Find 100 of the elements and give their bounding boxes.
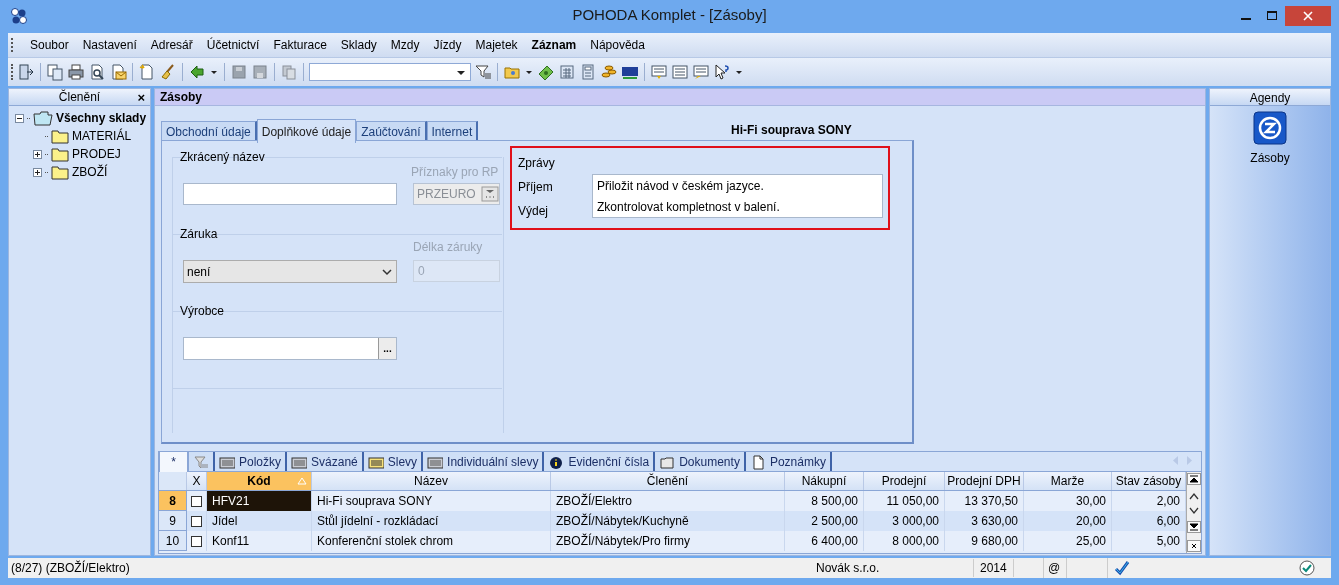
menu-item[interactable]: Adresář xyxy=(143,34,200,56)
table-cell: HFV21 xyxy=(207,491,312,511)
agenda-shortcut[interactable]: Zásoby xyxy=(1250,111,1290,167)
field-label: Příjem xyxy=(518,179,553,196)
back-arrow-icon[interactable] xyxy=(188,63,206,81)
grid-tab[interactable]: Evidenční čísla xyxy=(544,452,656,471)
filter-icon[interactable] xyxy=(474,63,492,81)
scroll-down-icon[interactable] xyxy=(1189,506,1199,515)
column-header[interactable]: X xyxy=(187,472,207,490)
warranty-dropdown[interactable]: není xyxy=(183,260,397,283)
grid-tab[interactable]: Svázané xyxy=(287,452,364,471)
field-label: Záruka xyxy=(180,226,218,243)
table-cell: 6 400,00 xyxy=(785,531,864,551)
row-number[interactable]: 8 xyxy=(159,491,187,511)
column-header[interactable]: Kód xyxy=(207,472,312,490)
sort-ascending-icon xyxy=(297,477,307,485)
grid-tab[interactable] xyxy=(189,452,215,471)
record-title: Hi-Fi souprava SONY xyxy=(731,122,852,139)
field-label: Zkrácený název xyxy=(180,149,265,166)
manufacturer-field[interactable]: ... xyxy=(183,337,397,360)
minimize-icon xyxy=(1241,17,1251,20)
text-field[interactable] xyxy=(183,183,397,205)
exit-door-icon[interactable] xyxy=(17,63,35,81)
menu-item[interactable]: Účetnictví xyxy=(199,34,267,56)
copy-document-icon[interactable] xyxy=(46,63,64,81)
column-header[interactable]: Členění xyxy=(551,472,785,490)
scroll-up-icon[interactable] xyxy=(1189,491,1199,500)
table-cell: 25,00 xyxy=(1024,531,1112,551)
scroll-bottom-icon[interactable] xyxy=(1187,521,1201,534)
checkmark-icon xyxy=(1114,560,1130,576)
table-cell: 9 680,00 xyxy=(945,531,1024,551)
banknotes-icon[interactable] xyxy=(537,63,555,81)
scroll-top-icon[interactable] xyxy=(1187,473,1201,485)
app-logo-icon xyxy=(10,6,28,25)
grid-tab[interactable]: Slevy xyxy=(363,452,424,471)
tree-item[interactable]: Všechny sklady xyxy=(56,109,147,127)
form-tab[interactable]: Zaúčtování xyxy=(356,121,427,142)
form-tab[interactable]: Obchodní údaje xyxy=(161,121,257,142)
filter-icon xyxy=(193,453,209,470)
folder-icon xyxy=(51,164,69,180)
grid-tab[interactable]: Poznámky xyxy=(745,452,832,471)
column-header[interactable]: Prodejní DPH xyxy=(945,472,1024,490)
row-number[interactable]: 9 xyxy=(159,511,187,531)
menu-item[interactable]: Nastavení xyxy=(75,34,144,56)
menu-item[interactable]: Mzdy xyxy=(383,34,427,56)
row-checkbox[interactable] xyxy=(191,535,202,547)
help-pointer-icon[interactable] xyxy=(713,63,731,81)
status-year: 2014 xyxy=(974,559,1014,577)
window-title: POHODA Komplet - [Zásoby] xyxy=(572,5,767,26)
scrollbar[interactable] xyxy=(1186,472,1201,553)
menu-item[interactable]: Jízdy xyxy=(426,34,469,56)
check-circle-icon xyxy=(1299,560,1315,576)
menu-item[interactable]: Fakturace xyxy=(266,34,334,56)
menu-item[interactable]: Sklady xyxy=(333,34,384,56)
row-checkbox[interactable] xyxy=(191,515,202,527)
tree-item[interactable]: MATERIÁL xyxy=(72,127,132,145)
field-label: Příznaky pro RP xyxy=(411,164,499,181)
print-preview-icon[interactable] xyxy=(88,63,106,81)
column-header[interactable]: Stav zásoby xyxy=(1112,472,1186,490)
envelope-document-icon[interactable] xyxy=(109,63,127,81)
grid-tab[interactable]: Dokumenty xyxy=(655,452,746,471)
new-document-icon[interactable] xyxy=(138,63,156,81)
status-email: @ xyxy=(1047,560,1062,577)
status-panel xyxy=(1066,558,1108,578)
expand-icon[interactable] xyxy=(33,149,42,159)
close-icon[interactable] xyxy=(1187,540,1201,552)
field-label: Výdej xyxy=(518,203,549,220)
column-header[interactable]: Prodejní xyxy=(864,472,945,490)
row-checkbox[interactable] xyxy=(191,495,202,507)
grid-tab[interactable]: Individuální slevy xyxy=(423,452,545,471)
list-icon[interactable] xyxy=(671,63,689,81)
calculator-icon[interactable] xyxy=(558,63,576,81)
messages-field[interactable]: Přiložit návod v českém jazyce. Zkontrolovat kompletnost v balení. xyxy=(592,174,883,218)
close-icon xyxy=(1303,10,1313,21)
field-label: Délka záruky xyxy=(413,239,483,256)
coins-icon[interactable] xyxy=(600,63,618,81)
menu-item[interactable]: Nápověda xyxy=(583,34,652,56)
menu-item[interactable]: Majetek xyxy=(468,34,525,56)
tree-item[interactable]: ZBOŽÍ xyxy=(72,163,108,181)
row-number[interactable]: 10 xyxy=(159,531,187,551)
tree-item[interactable]: PRODEJ xyxy=(72,145,121,163)
collapse-icon[interactable] xyxy=(15,113,24,123)
sidebar-title: Členění xyxy=(58,88,101,106)
menu-item[interactable]: Soubor xyxy=(23,34,76,56)
broom-icon[interactable] xyxy=(159,63,177,81)
grid-tab[interactable]: * xyxy=(159,451,189,472)
column-header[interactable]: Název xyxy=(312,472,551,490)
column-header[interactable]: Nákupní xyxy=(785,472,864,490)
menu-item[interactable]: Záznam xyxy=(524,34,584,56)
calculator-icon[interactable] xyxy=(579,63,597,81)
folder-icon xyxy=(51,128,69,144)
status-position: (8/27) (ZBOŽÍ/Elektro) xyxy=(10,559,131,577)
close-button[interactable]: × xyxy=(137,90,145,104)
browse-button[interactable]: ... xyxy=(378,338,396,359)
expand-icon[interactable] xyxy=(33,167,42,177)
form-icon[interactable] xyxy=(650,63,668,81)
column-header[interactable]: Marže xyxy=(1024,472,1112,490)
form-tab[interactable]: Doplňkové údaje xyxy=(256,119,357,143)
grid-tab[interactable]: Položky xyxy=(215,452,288,471)
printer-icon[interactable] xyxy=(67,63,85,81)
